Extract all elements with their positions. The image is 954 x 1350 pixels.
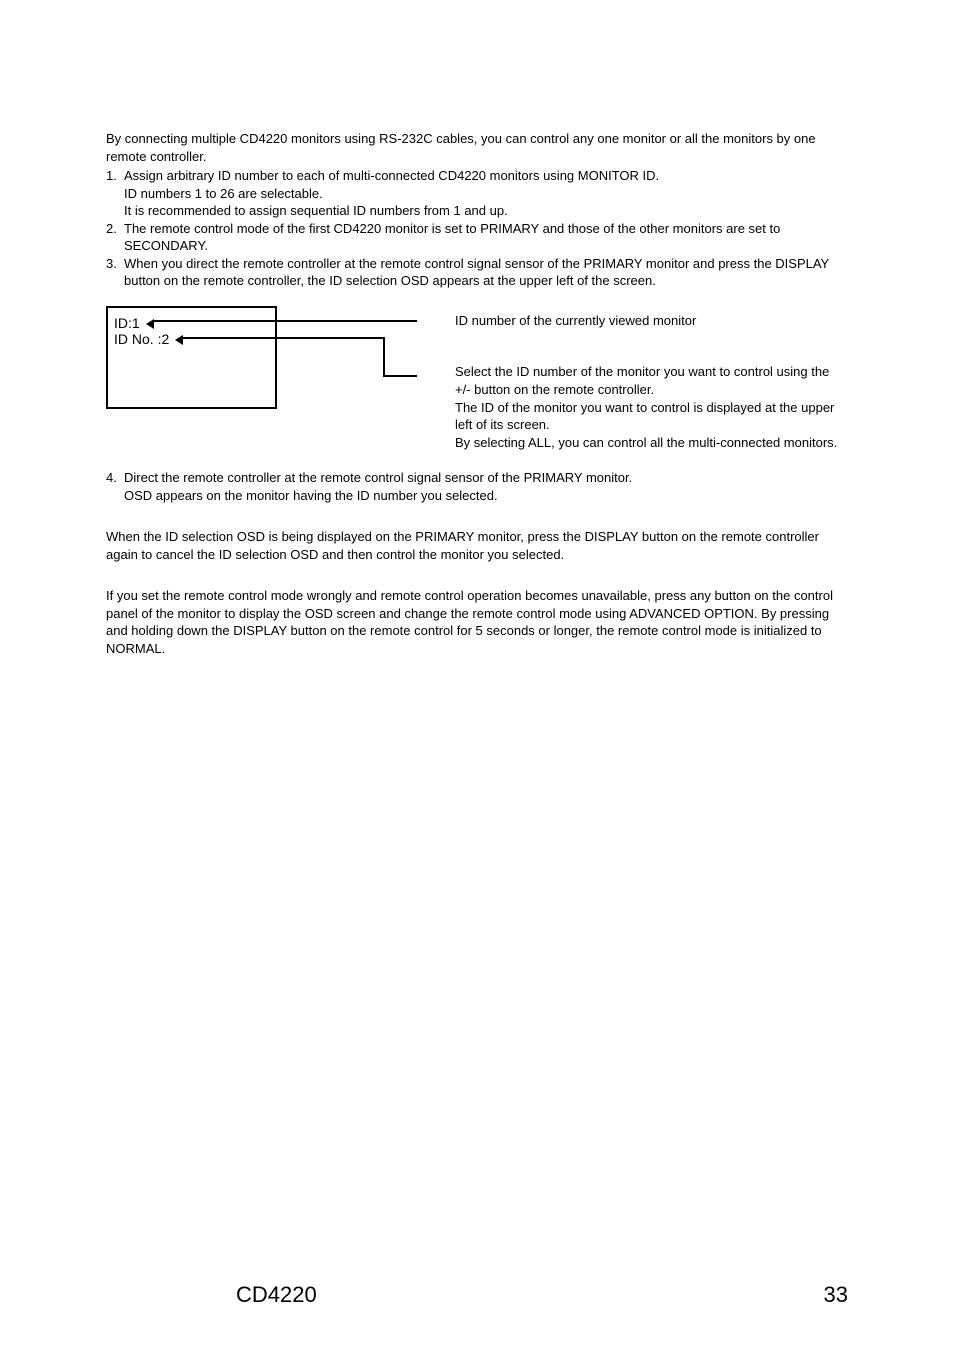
- osd-diagram: ID:1 ID No. :2 ID number of the currentl…: [106, 306, 848, 451]
- step-text: ID numbers 1 to 26 are selectable.: [124, 185, 848, 203]
- step-number: 1.: [106, 167, 124, 220]
- step-text: When you direct the remote controller at…: [124, 255, 848, 290]
- step-4: 4. Direct the remote controller at the r…: [106, 469, 848, 504]
- step-3: 3. When you direct the remote controller…: [106, 255, 848, 290]
- callout-line: Select the ID number of the monitor you …: [455, 363, 848, 398]
- step-2: 2. The remote control mode of the first …: [106, 220, 848, 255]
- note-reset: If you set the remote control mode wrong…: [106, 587, 848, 657]
- step-number: 4.: [106, 469, 124, 504]
- callout-select-id: Select the ID number of the monitor you …: [455, 363, 848, 451]
- intro-paragraph: By connecting multiple CD4220 monitors u…: [106, 130, 848, 165]
- osd-id-target-text: ID No. :2: [114, 331, 169, 347]
- ordered-list: 1. Assign arbitrary ID number to each of…: [106, 167, 848, 290]
- step-number: 3.: [106, 255, 124, 290]
- callout-current-id: ID number of the currently viewed monito…: [455, 312, 848, 330]
- step-text: It is recommended to assign sequential I…: [124, 202, 848, 220]
- osd-id-current-text: ID:1: [114, 315, 140, 331]
- step-text: Direct the remote controller at the remo…: [124, 469, 848, 487]
- page-footer: CD4220 33: [106, 1280, 848, 1310]
- callout-line: By selecting ALL, you can control all th…: [455, 434, 848, 452]
- arrow-left-icon: [146, 319, 154, 329]
- osd-id-target: ID No. :2: [114, 330, 183, 349]
- document-page: By connecting multiple CD4220 monitors u…: [0, 0, 954, 1350]
- step-text: Assign arbitrary ID number to each of mu…: [124, 167, 848, 185]
- note-osd-cancel: When the ID selection OSD is being displ…: [106, 528, 848, 563]
- callout-line: The ID of the monitor you want to contro…: [455, 399, 848, 434]
- ordered-list-continued: 4. Direct the remote controller at the r…: [106, 469, 848, 504]
- diagram-callouts: ID number of the currently viewed monito…: [455, 306, 848, 451]
- footer-page-number: 33: [824, 1280, 848, 1310]
- step-text: The remote control mode of the first CD4…: [124, 220, 848, 255]
- step-1: 1. Assign arbitrary ID number to each of…: [106, 167, 848, 220]
- step-number: 2.: [106, 220, 124, 255]
- step-text: OSD appears on the monitor having the ID…: [124, 487, 848, 505]
- footer-model: CD4220: [236, 1280, 317, 1310]
